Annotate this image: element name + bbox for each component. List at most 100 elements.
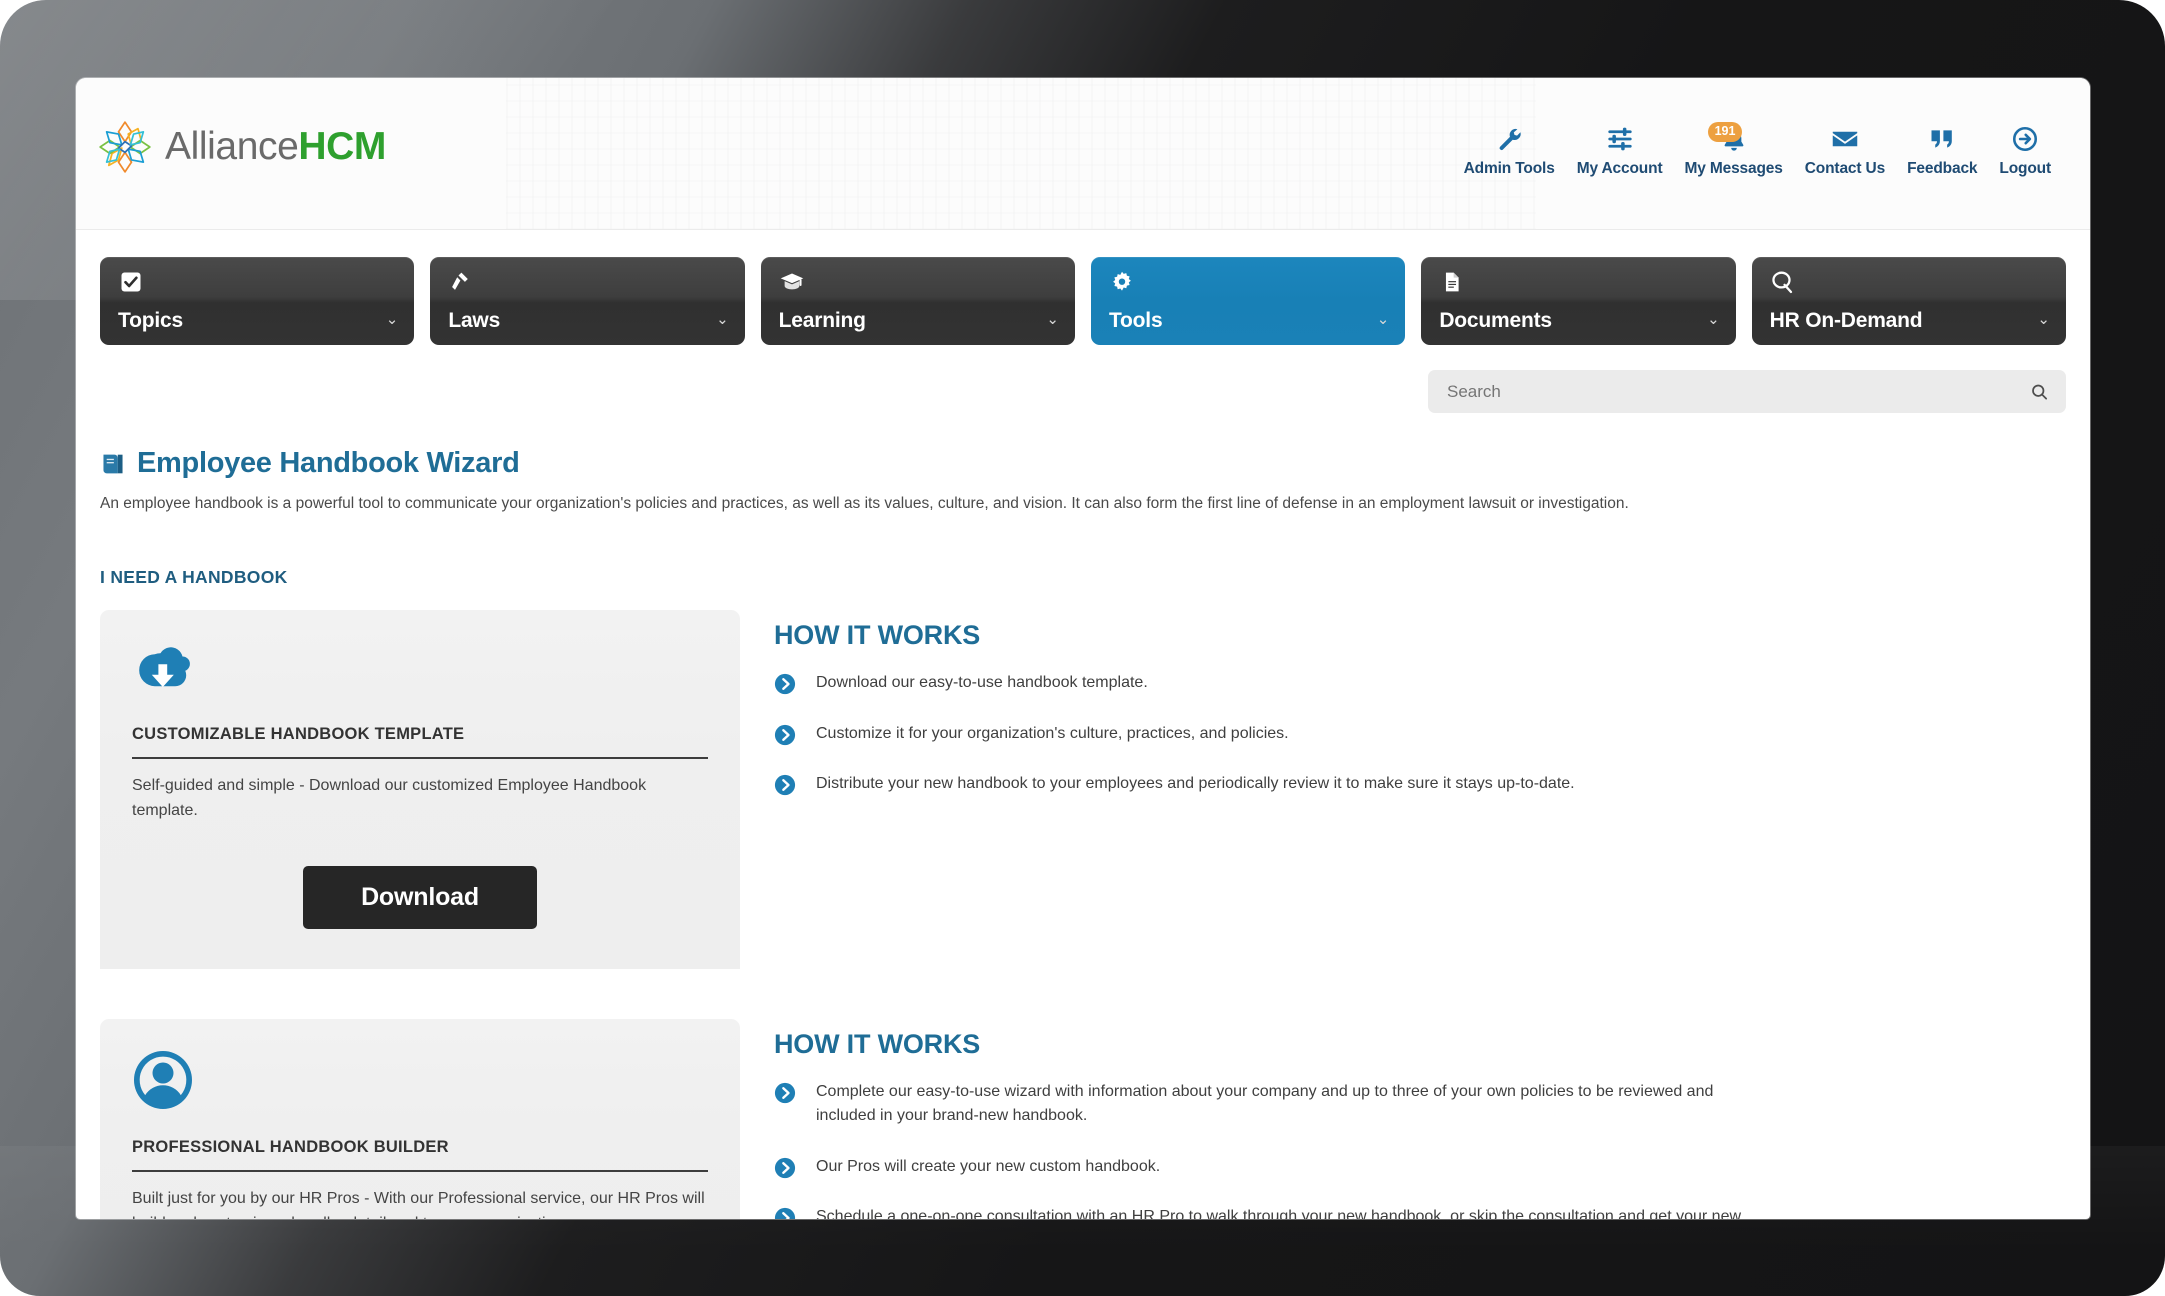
message-count-badge: 191 [1707,122,1743,142]
offer-card: CUSTOMIZABLE HANDBOOK TEMPLATE Self-guid… [100,610,740,970]
how-it-works-step: Schedule a one-on-one consultation with … [774,1205,2066,1219]
chevron-right-circle-icon [774,1082,796,1104]
chevron-right-circle-icon [774,774,796,796]
offer-title: CUSTOMIZABLE HANDBOOK TEMPLATE [132,725,708,760]
graduation-cap-icon [779,269,805,295]
how-it-works-list: Complete our easy-to-use wizard with inf… [774,1080,2066,1219]
offer-block-customizable-template: CUSTOMIZABLE HANDBOOK TEMPLATE Self-guid… [100,610,2066,970]
utility-nav: Admin Tools My Account 191 My Messages C… [1453,122,2062,178]
how-it-works-step-text: Distribute your new handbook to your emp… [816,775,1575,793]
header-watermark [506,78,1536,229]
chevron-right-circle-icon [774,1157,796,1179]
page-title-row: Employee Handbook Wizard [100,447,2066,480]
tab-laws[interactable]: Laws ⌄ [430,257,745,345]
chevron-down-icon: ⌄ [716,311,729,328]
brand-name-first: Alliance [165,125,299,168]
util-nav-label: My Messages [1684,160,1783,177]
chevron-right-circle-icon [774,1207,796,1219]
offer-card-column: PROFESSIONAL HANDBOOK BUILDER Built just… [100,1019,740,1219]
document-icon [1439,269,1465,295]
util-nav-item-logout[interactable]: Logout [1988,122,2062,178]
device-bezel: AllianceHCM Admin Tools My Account 191 M… [0,0,2165,1296]
wrench-icon [1495,122,1523,156]
chevron-right-circle-icon [774,724,796,746]
browser-screen: AllianceHCM Admin Tools My Account 191 M… [76,78,2090,1219]
how-it-works-step-text: Our Pros will create your new custom han… [816,1157,1161,1175]
bell-icon: 191 [1707,122,1748,156]
util-nav-item-contact-us[interactable]: Contact Us [1794,122,1896,178]
util-nav-item-my-account[interactable]: My Account [1566,122,1674,178]
offer-description: Self-guided and simple - Download our cu… [132,777,647,820]
gavel-icon [448,269,474,295]
util-nav-label: Feedback [1907,160,1978,177]
chevron-down-icon: ⌄ [2037,311,2050,328]
how-it-works-step: Download our easy-to-use handbook templa… [774,671,2066,695]
page-content: Employee Handbook Wizard An employee han… [76,447,2090,1219]
tab-label: Tools [1108,309,1163,332]
person-icon [132,1049,708,1116]
tab-label: Laws [448,309,501,332]
checkbox-icon [118,269,144,295]
search-input[interactable] [1428,370,2066,413]
main-nav-tabs: Topics ⌄ Laws ⌄ Learning ⌄ Tools ⌄ Docum… [76,230,2090,345]
download-button[interactable]: Download [303,866,537,930]
tab-tools[interactable]: Tools ⌄ [1090,257,1406,345]
arrow-right-circle-icon [2011,122,2039,156]
starburst-logo-icon [99,121,151,173]
tab-documents[interactable]: Documents ⌄ [1421,257,1736,345]
how-it-works-step: Complete our easy-to-use wizard with inf… [774,1080,2066,1129]
tab-topics[interactable]: Topics ⌄ [100,257,415,345]
page-description: An employee handbook is a powerful tool … [100,495,1629,512]
how-it-works-title: HOW IT WORKS [774,1029,981,1060]
tab-label: Documents [1439,309,1552,332]
brand-text: AllianceHCM [165,125,386,169]
how-it-works-step: Customize it for your organization's cul… [774,722,2066,746]
how-it-works-step-text: Download our easy-to-use handbook templa… [816,674,1148,692]
sliders-icon [1606,122,1634,156]
tab-hr-on-demand[interactable]: HR On-Demand ⌄ [1751,257,2066,345]
book-icon [100,451,126,477]
brand-logo[interactable]: AllianceHCM [98,120,386,174]
how-it-works-column: HOW IT WORKS Download our easy-to-use ha… [774,610,2066,822]
offer-cta-wrap: Download [132,866,708,930]
offer-block-professional-builder: PROFESSIONAL HANDBOOK BUILDER Built just… [100,1019,2066,1219]
offer-description: Built just for you by our HR Pros - With… [132,1190,705,1219]
offer-card: PROFESSIONAL HANDBOOK BUILDER Built just… [100,1019,740,1219]
chevron-right-circle-icon [774,673,796,695]
util-nav-label: My Account [1576,160,1663,177]
tab-label: Topics [118,309,183,332]
util-nav-item-admin-tools[interactable]: Admin Tools [1453,122,1566,178]
util-nav-item-my-messages[interactable]: 191 My Messages [1673,122,1793,178]
how-it-works-title: HOW IT WORKS [774,620,981,651]
tab-label: Learning [778,309,866,332]
util-nav-label: Contact Us [1804,160,1886,177]
section-label-i-need-a-handbook: I NEED A HANDBOOK [100,567,288,588]
envelope-icon [1830,122,1860,156]
how-it-works-step-text: Customize it for your organization's cul… [816,724,1289,742]
search-row [76,345,2090,413]
cloud-download-icon [132,640,708,703]
how-it-works-step: Distribute your new handbook to your emp… [774,772,2066,796]
chevron-down-icon: ⌄ [1376,311,1390,328]
tab-learning[interactable]: Learning ⌄ [760,257,1075,345]
brand-name-second: HCM [298,125,387,168]
chevron-down-icon: ⌄ [1046,311,1059,328]
quote-icon [1928,122,1956,156]
chevron-down-icon: ⌄ [385,311,399,328]
how-it-works-step-text: Schedule a one-on-one consultation with … [816,1208,1742,1219]
util-nav-item-feedback[interactable]: Feedback [1896,122,1988,178]
how-it-works-step-text: Complete our easy-to-use wizard with inf… [816,1083,1714,1125]
offer-title: PROFESSIONAL HANDBOOK BUILDER [132,1138,708,1173]
chevron-down-icon: ⌄ [1707,311,1720,328]
how-it-works-list: Download our easy-to-use handbook templa… [774,671,2066,796]
chat-bubble-icon [1770,269,1796,295]
page-title: Employee Handbook Wizard [137,447,520,479]
how-it-works-step: Our Pros will create your new custom han… [774,1155,2066,1179]
search-icon[interactable] [2030,382,2049,401]
util-nav-label: Logout [1999,160,2051,177]
tab-label: HR On-Demand [1769,309,1923,332]
gear-icon [1109,269,1135,295]
offer-card-column: CUSTOMIZABLE HANDBOOK TEMPLATE Self-guid… [100,610,740,970]
search-box[interactable] [1428,370,2066,413]
site-header: AllianceHCM Admin Tools My Account 191 M… [76,78,2090,230]
